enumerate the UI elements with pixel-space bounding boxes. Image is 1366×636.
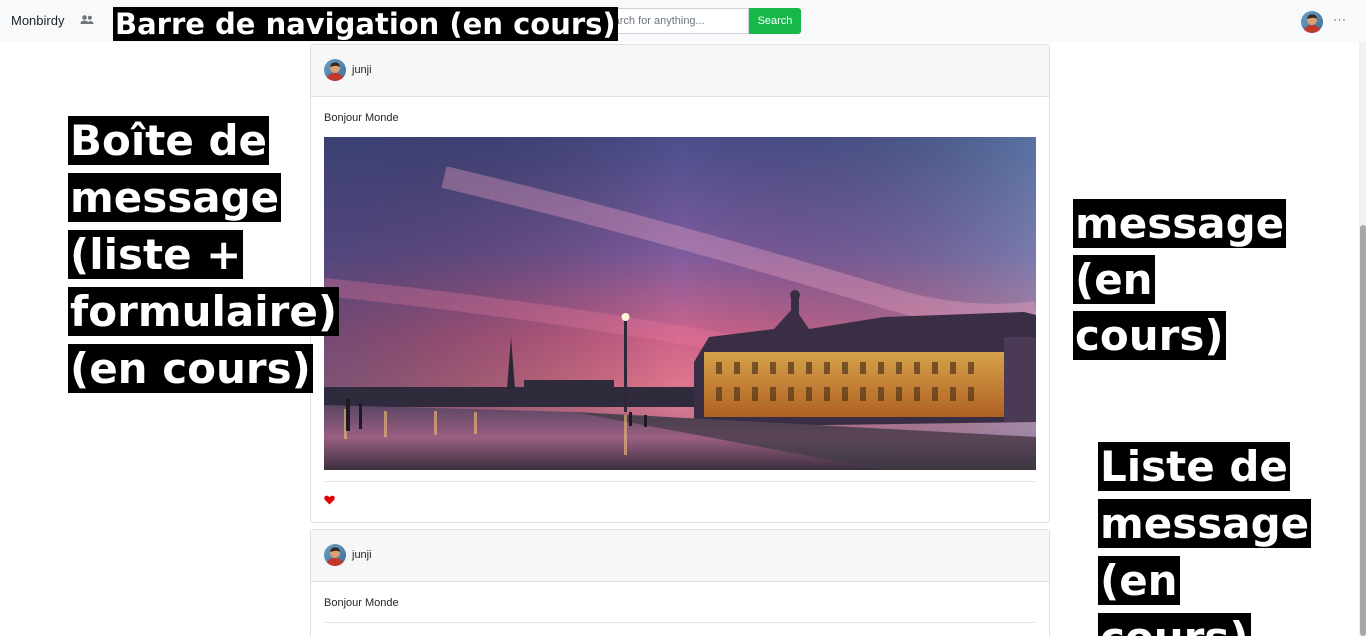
annotation-message-box: Boîte de message (liste + formulaire) (e… xyxy=(68,112,340,397)
message-photo xyxy=(324,137,1036,470)
message-header: junji xyxy=(311,45,1049,97)
author-avatar[interactable] xyxy=(324,544,346,566)
author-name[interactable]: junji xyxy=(352,64,372,76)
more-menu-icon[interactable]: ··· xyxy=(1333,12,1347,26)
message-text: Bonjour Monde xyxy=(324,112,399,124)
author-name[interactable]: junji xyxy=(352,549,372,561)
message-card: junji Bonjour Monde xyxy=(310,44,1050,523)
annotation-message-text: message (en cours) xyxy=(1073,199,1287,360)
annotation-navbar-text: Barre de navigation (en cours) xyxy=(113,7,618,41)
message-text: Bonjour Monde xyxy=(324,597,399,609)
annotation-message-list-text: Liste de message (en cours) xyxy=(1098,442,1312,636)
search-form: Search xyxy=(593,8,801,34)
annotation-navbar: Barre de navigation (en cours) xyxy=(113,6,618,42)
annotation-message: message (en cours) xyxy=(1073,196,1303,364)
search-button[interactable]: Search xyxy=(749,8,801,34)
message-divider xyxy=(324,481,1036,482)
message-divider xyxy=(324,622,1036,623)
heart-icon[interactable] xyxy=(324,495,335,505)
message-header: junji xyxy=(311,530,1049,582)
brand-link[interactable]: Monbirdy xyxy=(11,13,64,28)
message-card: junji Bonjour Monde xyxy=(310,529,1050,636)
author-avatar[interactable] xyxy=(324,59,346,81)
annotation-message-list: Liste de message (en cours) xyxy=(1098,438,1328,636)
user-avatar[interactable] xyxy=(1301,11,1323,33)
people-icon[interactable] xyxy=(80,14,94,26)
annotation-message-box-text: Boîte de message (liste + formulaire) (e… xyxy=(68,116,340,393)
scrollbar-thumb[interactable] xyxy=(1360,225,1366,636)
